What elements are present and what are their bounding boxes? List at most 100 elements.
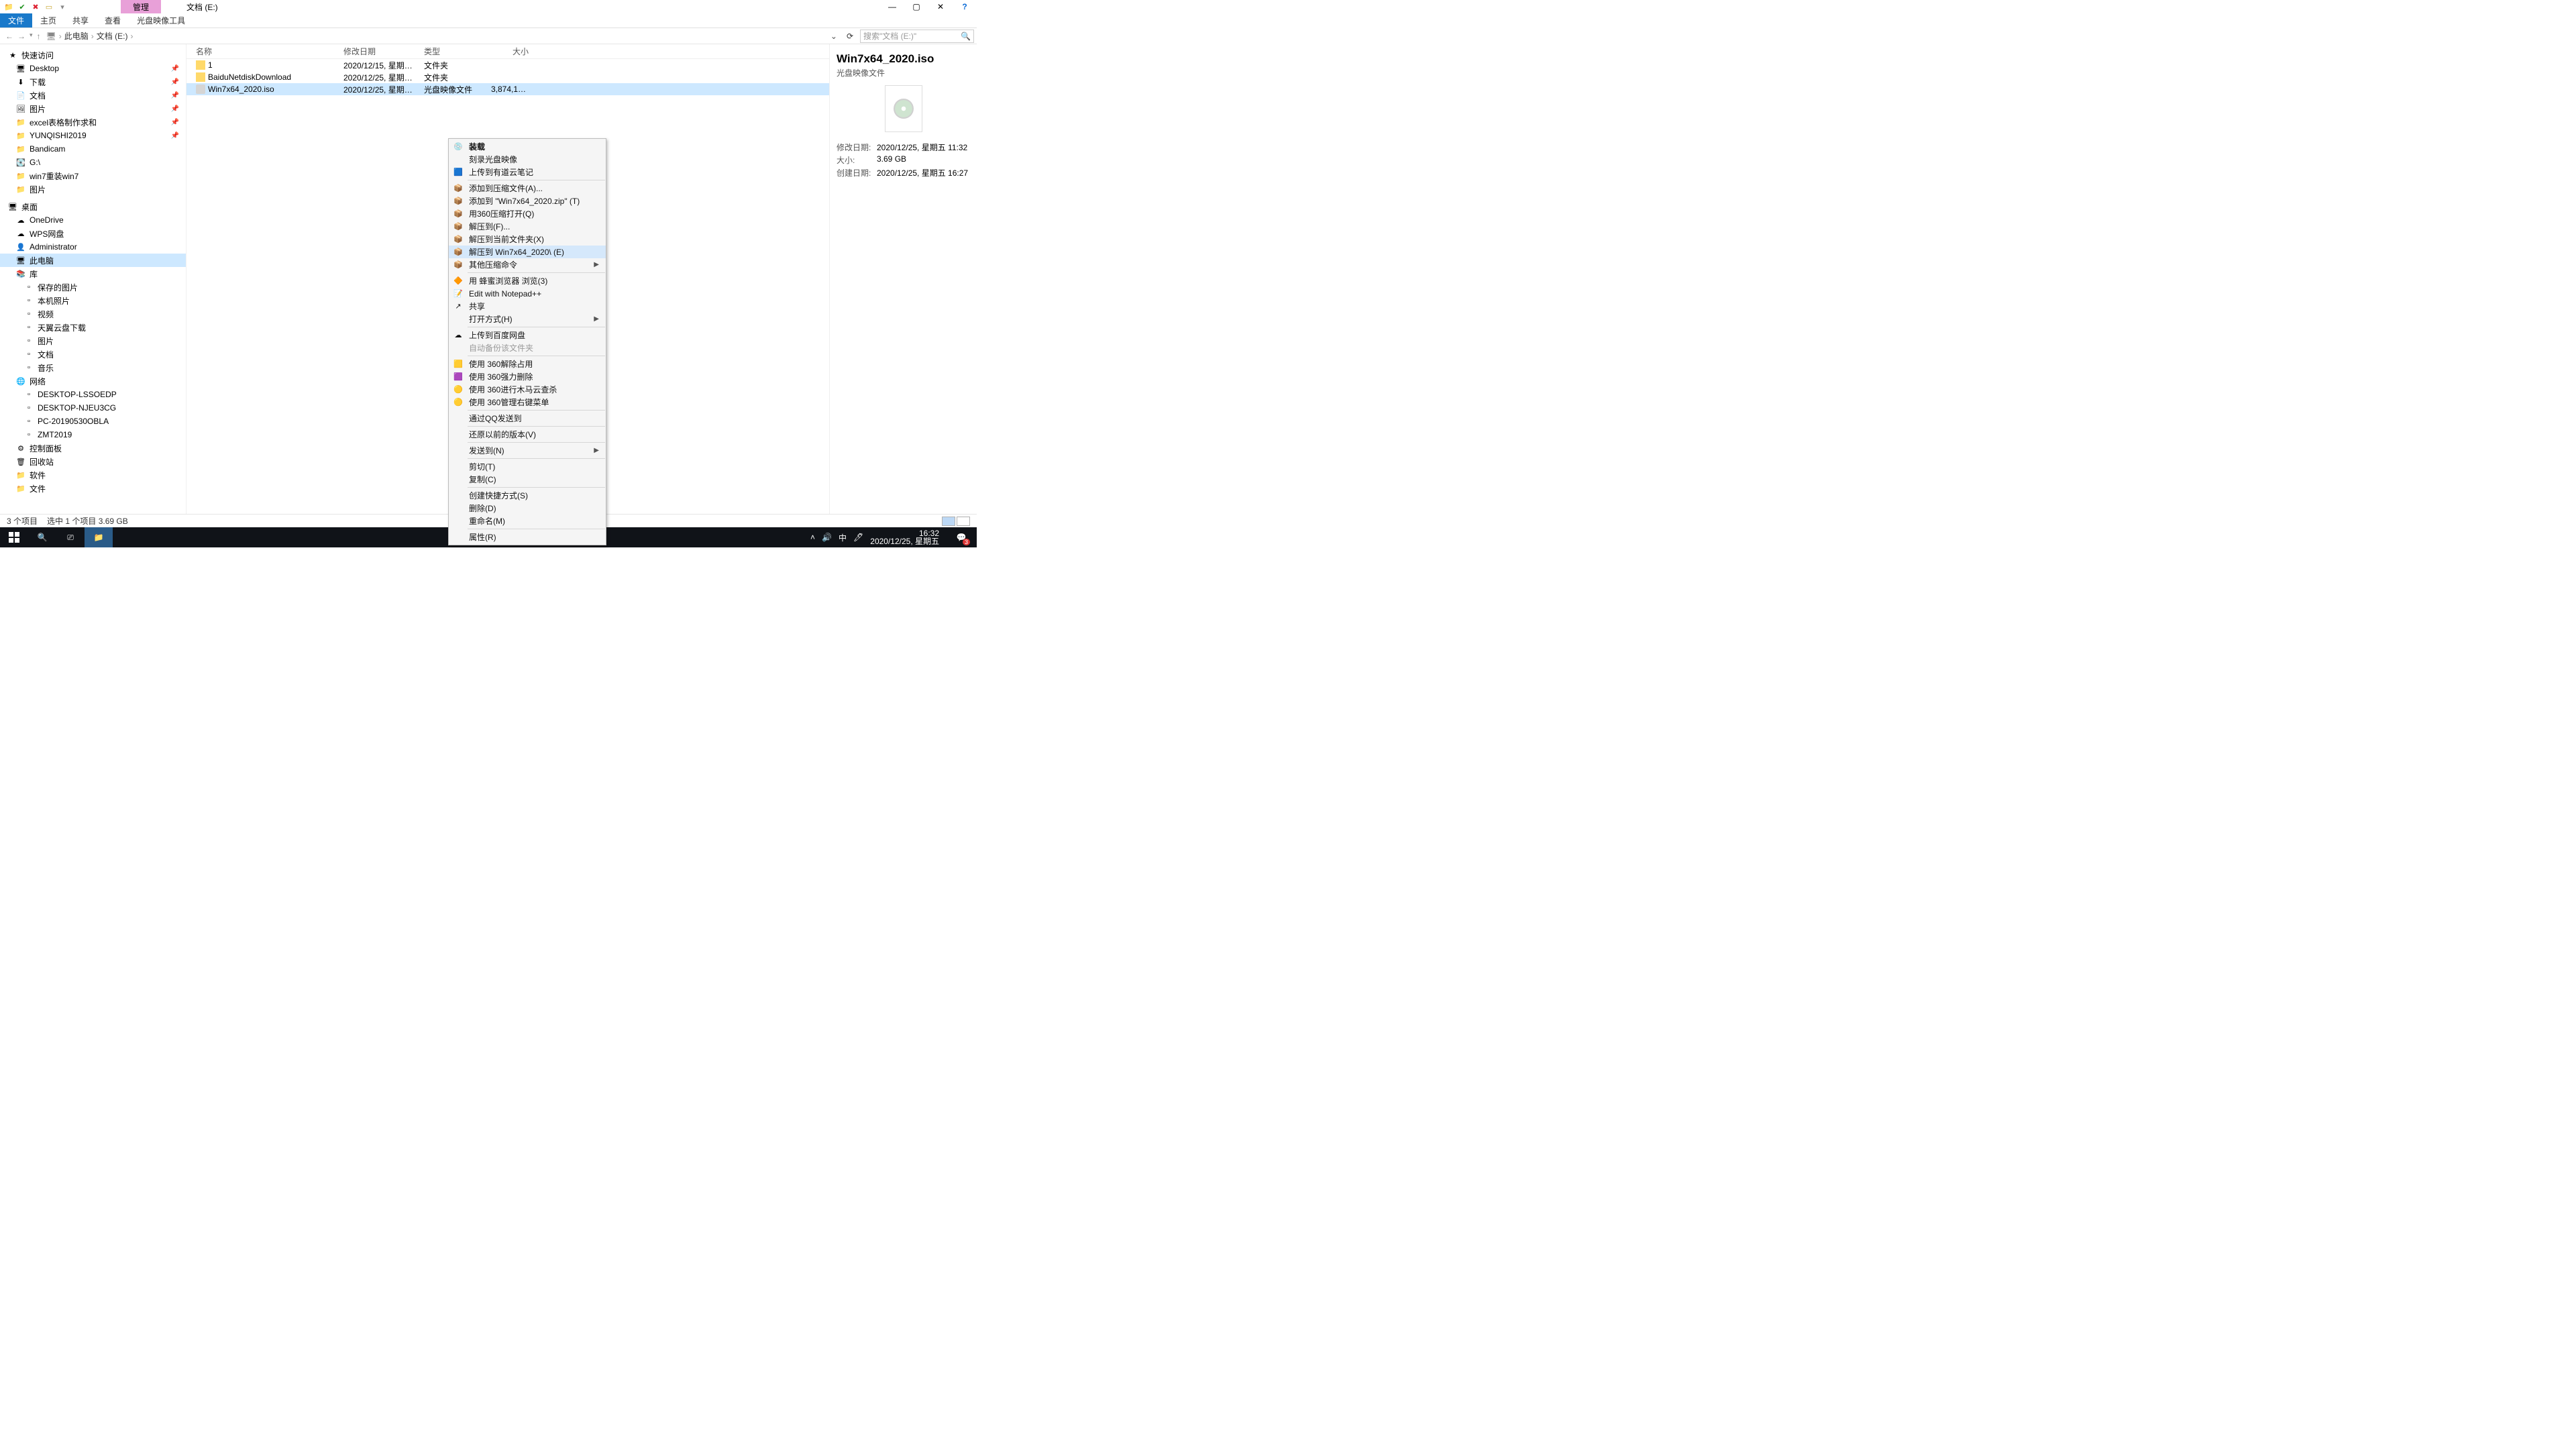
file-row[interactable]: Win7x64_2020.iso2020/12/25, 星期五 1...光盘映像… xyxy=(186,83,829,95)
menu-item[interactable]: 🟦上传到有道云笔记 xyxy=(449,166,606,178)
menu-item[interactable]: 🟪使用 360强力删除 xyxy=(449,370,606,383)
tree-item[interactable]: ▫图片 xyxy=(0,334,186,347)
help-button[interactable]: ? xyxy=(953,0,977,13)
tray-overflow-icon[interactable]: ˄ xyxy=(810,533,815,542)
search-icon[interactable]: 🔍 xyxy=(961,32,971,41)
tree-item[interactable]: 💽G:\ xyxy=(0,156,186,169)
close-button[interactable]: ✕ xyxy=(928,0,953,13)
task-view-icon[interactable]: ⎚ xyxy=(56,527,85,547)
menu-item[interactable]: 📦解压到(F)... xyxy=(449,220,606,233)
tree-item[interactable]: 📄文档📌 xyxy=(0,89,186,102)
nav-recent-icon[interactable]: ▾ xyxy=(30,32,33,41)
minimize-button[interactable]: — xyxy=(880,0,904,13)
maximize-button[interactable]: ▢ xyxy=(904,0,928,13)
tree-item[interactable]: 🖥此电脑 xyxy=(0,254,186,267)
chevron-right-icon[interactable]: › xyxy=(90,32,95,41)
menu-item[interactable]: 📦其他压缩命令▶ xyxy=(449,258,606,271)
tree-item[interactable]: ▫音乐 xyxy=(0,361,186,374)
tree-item[interactable]: ▫保存的图片 xyxy=(0,280,186,294)
tree-item[interactable]: 📁Bandicam xyxy=(0,142,186,156)
tree-item[interactable]: ▫天翼云盘下载 xyxy=(0,321,186,334)
menu-item[interactable]: 🟡使用 360管理右键菜单 xyxy=(449,396,606,409)
qat-new-folder-icon[interactable]: ▭ xyxy=(44,2,54,11)
ime-mode-icon[interactable]: 🖊 xyxy=(853,533,863,542)
tree-item[interactable]: ☁OneDrive xyxy=(0,213,186,227)
tab-view[interactable]: 查看 xyxy=(97,13,129,28)
col-date[interactable]: 修改日期 xyxy=(334,46,415,57)
col-name[interactable]: 名称 xyxy=(186,46,334,57)
tree-item[interactable]: ⬇下载📌 xyxy=(0,75,186,89)
menu-item[interactable]: 删除(D) xyxy=(449,502,606,515)
tree-item[interactable]: ▫ZMT2019 xyxy=(0,428,186,441)
tree-item[interactable]: ▫本机照片 xyxy=(0,294,186,307)
tree-item[interactable]: 🖼图片📌 xyxy=(0,102,186,115)
tree-item[interactable]: 🗑回收站 xyxy=(0,455,186,468)
tree-item[interactable]: ▫PC-20190530OBLA xyxy=(0,415,186,428)
tree-item[interactable]: 🖥Desktop📌 xyxy=(0,62,186,75)
qat-close-icon[interactable]: ✖ xyxy=(31,2,40,11)
tab-file[interactable]: 文件 xyxy=(0,13,32,28)
volume-icon[interactable]: 🔊 xyxy=(822,533,832,542)
system-tray[interactable]: ˄ 🔊 中 🖊 16:32 2020/12/25, 星期五 💬3 xyxy=(810,527,977,547)
menu-item[interactable]: ☁上传到百度网盘 xyxy=(449,329,606,341)
tab-disc-tools[interactable]: 光盘映像工具 xyxy=(129,13,193,28)
menu-item[interactable]: 打开方式(H)▶ xyxy=(449,313,606,325)
context-menu[interactable]: 💿装载刻录光盘映像🟦上传到有道云笔记📦添加到压缩文件(A)...📦添加到 "Wi… xyxy=(448,138,606,545)
search-input[interactable]: 搜索"文档 (E:)" 🔍 xyxy=(860,30,974,43)
menu-item[interactable]: 📦解压到当前文件夹(X) xyxy=(449,233,606,246)
taskbar-explorer-icon[interactable]: 📁 xyxy=(85,527,113,547)
tree-item[interactable]: 📁excel表格制作求和📌 xyxy=(0,115,186,129)
menu-item[interactable]: 📝Edit with Notepad++ xyxy=(449,287,606,300)
tree-item[interactable]: ▫视频 xyxy=(0,307,186,321)
col-size[interactable]: 大小 xyxy=(482,46,534,57)
tree-item[interactable]: ☁WPS网盘 xyxy=(0,227,186,240)
menu-item[interactable]: 通过QQ发送到 xyxy=(449,412,606,425)
nav-tree[interactable]: ★快速访问🖥Desktop📌⬇下载📌📄文档📌🖼图片📌📁excel表格制作求和📌📁… xyxy=(0,44,186,514)
tree-item[interactable]: 📁YUNQISHI2019📌 xyxy=(0,129,186,142)
menu-item[interactable]: 发送到(N)▶ xyxy=(449,444,606,457)
nav-forward-icon[interactable]: → xyxy=(17,32,25,41)
view-details-button[interactable] xyxy=(942,517,955,526)
menu-item[interactable]: 📦添加到 "Win7x64_2020.zip" (T) xyxy=(449,195,606,207)
ribbon-context-tab[interactable]: 管理 xyxy=(121,0,161,13)
tab-home[interactable]: 主页 xyxy=(32,13,64,28)
tree-item[interactable]: ▫DESKTOP-LSSOEDP xyxy=(0,388,186,401)
breadcrumb[interactable]: 🖥 › 此电脑 › 文档 (E:) › ⌄ ⟳ xyxy=(46,30,857,42)
file-row[interactable]: BaiduNetdiskDownload2020/12/25, 星期五 1...… xyxy=(186,71,829,83)
refresh-icon[interactable]: ⟳ xyxy=(843,32,857,41)
tree-item[interactable]: ▫DESKTOP-NJEU3CG xyxy=(0,401,186,415)
taskbar-search-icon[interactable]: 🔍 xyxy=(28,527,56,547)
menu-item[interactable]: 📦解压到 Win7x64_2020\ (E) xyxy=(449,246,606,258)
tree-item[interactable]: 🌐网络 xyxy=(0,374,186,388)
menu-item[interactable]: 刻录光盘映像 xyxy=(449,153,606,166)
start-button[interactable] xyxy=(0,527,28,547)
menu-item[interactable]: 重命名(M) xyxy=(449,515,606,527)
tab-share[interactable]: 共享 xyxy=(64,13,97,28)
tree-item[interactable]: 📁文件 xyxy=(0,482,186,495)
menu-item[interactable]: 📦用360压缩打开(Q) xyxy=(449,207,606,220)
menu-item[interactable]: 创建快捷方式(S) xyxy=(449,489,606,502)
column-headers[interactable]: 名称 修改日期 类型 大小 xyxy=(186,44,829,59)
tree-item[interactable]: 📁软件 xyxy=(0,468,186,482)
tree-item[interactable]: ★快速访问 xyxy=(0,48,186,62)
tree-item[interactable]: ⚙控制面板 xyxy=(0,441,186,455)
nav-up-icon[interactable]: ↑ xyxy=(37,32,41,41)
col-type[interactable]: 类型 xyxy=(415,46,482,57)
tree-item[interactable]: 👤Administrator xyxy=(0,240,186,254)
tree-item[interactable]: 📁图片 xyxy=(0,182,186,196)
action-center-icon[interactable]: 💬3 xyxy=(950,527,973,547)
menu-item[interactable]: 🟡使用 360进行木马云查杀 xyxy=(449,383,606,396)
menu-item[interactable]: ↗共享 xyxy=(449,300,606,313)
chevron-right-icon[interactable]: › xyxy=(58,32,63,41)
tree-item[interactable]: ▫文档 xyxy=(0,347,186,361)
breadcrumb-pc-icon[interactable]: 🖥 xyxy=(46,32,56,41)
chevron-right-icon[interactable]: › xyxy=(129,32,134,41)
tree-item[interactable]: 📁win7重装win7 xyxy=(0,169,186,182)
tree-item[interactable]: 🖥桌面 xyxy=(0,200,186,213)
qat-checked-icon[interactable]: ✔ xyxy=(17,2,27,11)
nav-back-icon[interactable]: ← xyxy=(5,32,13,41)
tree-item[interactable]: 📚库 xyxy=(0,267,186,280)
breadcrumb-item[interactable]: 文档 (E:) xyxy=(97,30,128,42)
menu-item[interactable]: 🟨使用 360解除占用 xyxy=(449,358,606,370)
menu-item[interactable]: 📦添加到压缩文件(A)... xyxy=(449,182,606,195)
